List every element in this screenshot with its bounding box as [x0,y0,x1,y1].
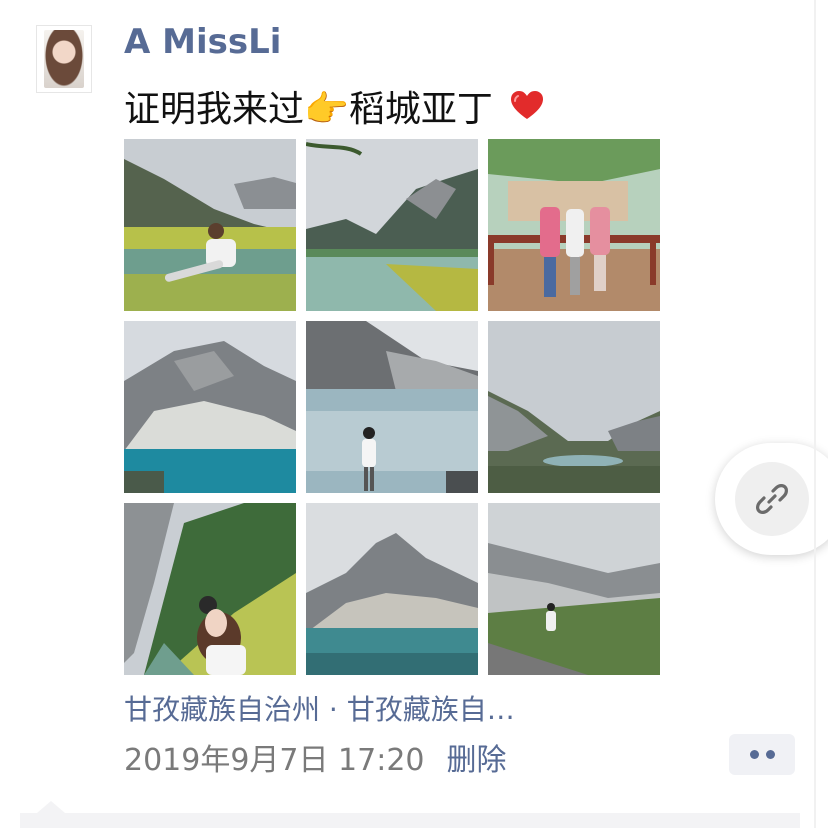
photo-1[interactable] [124,139,296,311]
comment-area-notch [37,801,65,813]
photo-7[interactable] [124,503,296,675]
post-text-row: 证明我来过👉稻城亚丁 [124,80,545,132]
delete-button[interactable]: 删除 [447,735,507,779]
right-divider [814,0,816,828]
timestamp: 2019年9月7日 17:20 [124,743,425,778]
more-dots-icon [749,750,759,759]
more-dots-button[interactable] [729,734,795,775]
post-text: 证明我来过👉稻城亚丁 [124,89,493,130]
photo-6[interactable] [488,321,660,493]
photo-3[interactable] [488,139,660,311]
comment-area [20,813,800,828]
photo-2[interactable] [306,139,478,311]
photo-9[interactable] [488,503,660,675]
photo-8[interactable] [306,503,478,675]
post-meta: 2019年9月7日 17:20 删除 [124,735,507,779]
photo-5[interactable] [306,321,478,493]
link-icon [756,484,788,514]
link-icon-circle [735,462,809,536]
photo-4[interactable] [124,321,296,493]
link-floating-button[interactable] [715,443,828,555]
avatar[interactable] [36,25,92,93]
heart-icon [510,91,543,119]
username[interactable]: A MissLi [124,22,281,62]
avatar-image [44,30,84,88]
photo-grid [124,139,660,675]
location-link[interactable]: 甘孜藏族自治州 · 甘孜藏族自… [124,688,515,728]
more-dots-icon [765,750,775,759]
